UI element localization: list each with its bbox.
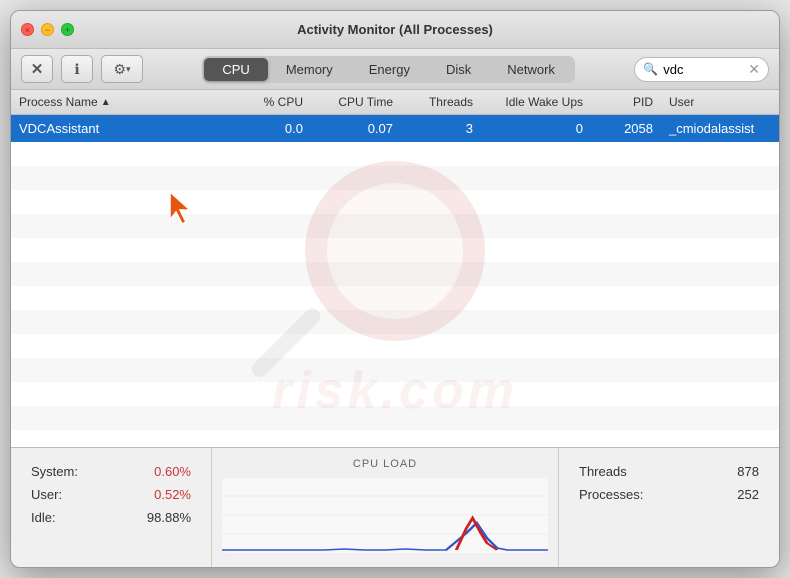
col-header-user[interactable]: User: [661, 93, 779, 111]
info-button[interactable]: ℹ: [61, 55, 93, 83]
user-stat-row: User: 0.52%: [31, 487, 191, 502]
idle-stat-row: Idle: 98.88%: [31, 510, 191, 525]
cell-pid: 2058: [591, 119, 661, 138]
tab-group: CPU Memory Energy Disk Network: [202, 56, 575, 83]
processes-value: 252: [737, 487, 759, 502]
close-button[interactable]: ×: [21, 23, 34, 36]
search-box: 🔍 ✕: [634, 57, 769, 82]
table-row-empty: [11, 310, 779, 334]
gear-icon: ⚙: [113, 61, 126, 78]
table-row-empty: [11, 358, 779, 382]
col-header-process-name[interactable]: Process Name ▲: [11, 93, 231, 111]
system-stat-row: System: 0.60%: [31, 464, 191, 479]
x-icon: ✕: [31, 60, 44, 78]
gear-button[interactable]: ⚙ ▾: [101, 55, 143, 83]
threads-stat-row: Threads 878: [579, 464, 759, 479]
empty-rows: [11, 142, 779, 430]
maximize-button[interactable]: +: [61, 23, 74, 36]
table-row-empty: [11, 166, 779, 190]
sort-asc-icon: ▲: [101, 97, 111, 108]
stats-right: Threads 878 Processes: 252: [559, 448, 779, 567]
table-row-empty: [11, 334, 779, 358]
cpu-load-section: CPU LOAD: [211, 448, 559, 567]
table-row-empty: [11, 406, 779, 430]
table-row-empty: [11, 238, 779, 262]
table-area: risk.com VDCAssistant 0.0 0.07 3 0 2058 …: [11, 115, 779, 447]
col-header-idle-wake[interactable]: Idle Wake Ups: [481, 93, 591, 111]
info-icon: ℹ: [74, 61, 79, 78]
tab-energy[interactable]: Energy: [351, 58, 428, 81]
minimize-icon: −: [45, 25, 50, 35]
cpu-load-label: CPU LOAD: [353, 458, 417, 470]
search-clear-button[interactable]: ✕: [748, 61, 760, 78]
idle-value: 98.88%: [147, 510, 191, 525]
cell-cpu-pct: 0.0: [231, 119, 311, 138]
search-icon: 🔍: [643, 62, 658, 76]
activity-monitor-window: × − + Activity Monitor (All Processes) ✕…: [10, 10, 780, 568]
tab-disk[interactable]: Disk: [428, 58, 489, 81]
traffic-lights: × − +: [21, 23, 74, 36]
table-row-empty: [11, 214, 779, 238]
table-row[interactable]: VDCAssistant 0.0 0.07 3 0 2058 _cmiodala…: [11, 115, 779, 142]
table-row-empty: [11, 286, 779, 310]
close-icon: ×: [25, 25, 30, 35]
user-label: User:: [31, 487, 62, 502]
stats-left: System: 0.60% User: 0.52% Idle: 98.88%: [11, 448, 211, 567]
system-label: System:: [31, 464, 78, 479]
cell-threads: 3: [401, 119, 481, 138]
system-value: 0.60%: [154, 464, 191, 479]
idle-label: Idle:: [31, 510, 56, 525]
tab-cpu[interactable]: CPU: [204, 58, 267, 81]
col-header-threads[interactable]: Threads: [401, 93, 481, 111]
cell-user: _cmiodalassist: [661, 119, 779, 138]
tab-network[interactable]: Network: [489, 58, 573, 81]
toolbar: ✕ ℹ ⚙ ▾ CPU Memory Energy Disk Network 🔍…: [11, 49, 779, 90]
minimize-button[interactable]: −: [41, 23, 54, 36]
column-headers: Process Name ▲ % CPU CPU Time Threads Id…: [11, 90, 779, 115]
col-header-pid[interactable]: PID: [591, 93, 661, 111]
processes-stat-row: Processes: 252: [579, 487, 759, 502]
cell-idle-wake: 0: [481, 119, 591, 138]
threads-value: 878: [737, 464, 759, 479]
title-bar: × − + Activity Monitor (All Processes): [11, 11, 779, 49]
maximize-icon: +: [65, 25, 70, 35]
col-header-cpu-pct[interactable]: % CPU: [231, 93, 311, 111]
col-header-cpu-time[interactable]: CPU Time: [311, 93, 401, 111]
bottom-panel: System: 0.60% User: 0.52% Idle: 98.88% C…: [11, 447, 779, 567]
chevron-down-icon: ▾: [126, 64, 131, 75]
cell-process-name: VDCAssistant: [11, 119, 231, 138]
cell-cpu-time: 0.07: [311, 119, 401, 138]
window-title: Activity Monitor (All Processes): [297, 22, 493, 37]
table-row-empty: [11, 190, 779, 214]
cpu-load-chart: [222, 478, 548, 553]
table-row-empty: [11, 142, 779, 166]
table-row-empty: [11, 382, 779, 406]
close-process-button[interactable]: ✕: [21, 55, 53, 83]
processes-label: Processes:: [579, 487, 643, 502]
search-input[interactable]: [663, 62, 743, 77]
user-value: 0.52%: [154, 487, 191, 502]
table-row-empty: [11, 262, 779, 286]
threads-label: Threads: [579, 464, 627, 479]
tab-memory[interactable]: Memory: [268, 58, 351, 81]
